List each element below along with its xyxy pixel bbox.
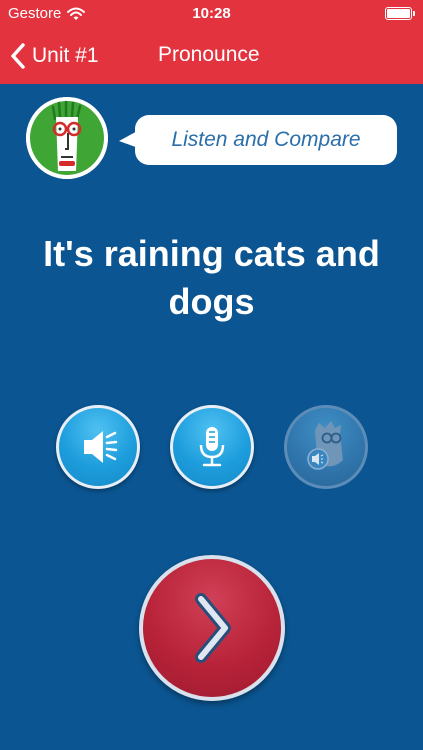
- practice-phrase: It's raining cats and dogs: [43, 233, 380, 322]
- battery-full-icon: [385, 7, 415, 20]
- cartoon-tutor-avatar: [26, 97, 108, 179]
- status-bar: Gestore 10:28: [0, 0, 423, 28]
- listen-button[interactable]: [56, 405, 140, 489]
- tutor-avatar: [26, 97, 108, 179]
- next-button[interactable]: [139, 555, 285, 701]
- microphone-icon: [199, 427, 225, 467]
- navigation-header: Gestore 10:28 Unit #1 Pronounce: [0, 0, 423, 84]
- instruction-text: Listen and Compare: [171, 128, 361, 151]
- record-button[interactable]: [170, 405, 254, 489]
- back-button[interactable]: Unit #1: [10, 40, 99, 72]
- back-button-label: Unit #1: [32, 44, 99, 67]
- clock: 10:28: [192, 5, 231, 22]
- speech-bubble: Listen and Compare: [119, 115, 397, 165]
- chevron-right-icon: [195, 593, 231, 663]
- compare-button[interactable]: [284, 405, 368, 489]
- speaker-icon: [84, 431, 118, 463]
- chevron-left-icon: [11, 43, 25, 69]
- tutor-speaker-icon: [307, 421, 343, 470]
- page-title: Pronounce: [158, 43, 260, 66]
